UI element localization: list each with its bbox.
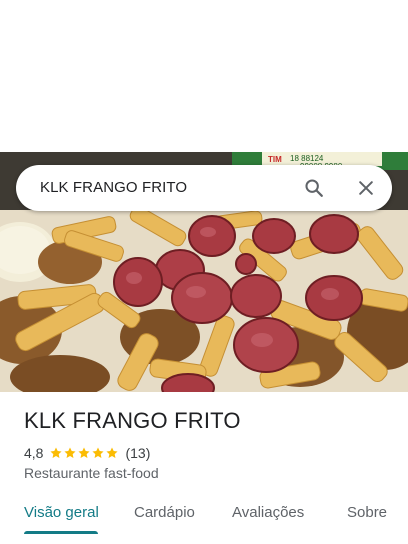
tab-overview[interactable]: Visão geral [24, 498, 99, 532]
rating-stars [49, 446, 119, 460]
review-count[interactable]: (13) [125, 445, 150, 461]
close-icon [359, 181, 373, 195]
place-title: KLK FRANGO FRITO [24, 408, 241, 433]
search-bar[interactable]: KLK FRANGO FRITO [16, 165, 392, 211]
search-icon [305, 179, 323, 197]
star-icon [106, 447, 119, 458]
top-blank-area [0, 0, 408, 152]
close-button[interactable] [352, 174, 380, 202]
star-icon [92, 447, 105, 458]
place-category: Restaurante fast-food [24, 465, 159, 481]
star-icon [78, 447, 91, 458]
tab-about[interactable]: Sobre [347, 498, 387, 532]
search-button[interactable] [300, 174, 328, 202]
rating-value: 4,8 [24, 445, 44, 461]
active-tab-indicator [24, 531, 98, 534]
svg-text:TIM: TIM [268, 155, 282, 164]
tab-bar: Visão geral Cardápio Avaliações Sobre [0, 498, 408, 544]
search-input[interactable]: KLK FRANGO FRITO [40, 165, 187, 211]
star-icon [64, 447, 77, 458]
rating-row[interactable]: 4,8 (13) [24, 444, 150, 462]
tab-menu[interactable]: Cardápio [134, 498, 195, 532]
star-icon [50, 447, 63, 458]
tab-reviews[interactable]: Avaliações [232, 498, 304, 532]
